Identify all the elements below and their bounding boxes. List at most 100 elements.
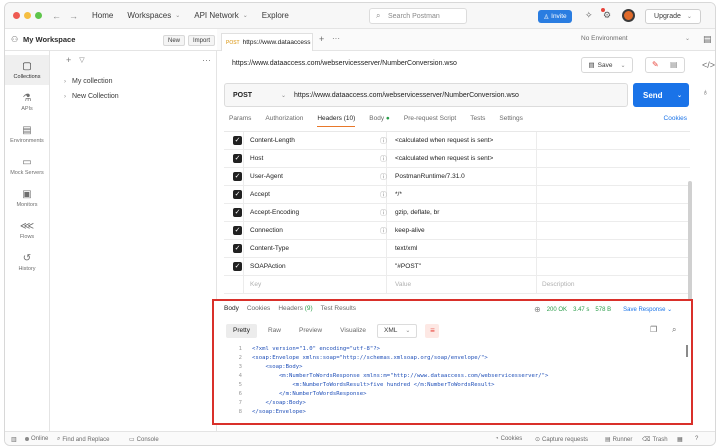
plus-icon[interactable]: +: [66, 55, 71, 65]
send-button[interactable]: Send ⌄: [633, 83, 689, 107]
import-button[interactable]: Import: [188, 35, 216, 46]
tab-response-body[interactable]: Body: [224, 305, 239, 312]
lightbulb-icon[interactable]: ♁: [702, 87, 709, 97]
header-key[interactable]: User-Agent: [250, 173, 283, 180]
tab-test-results[interactable]: Test Results: [321, 305, 356, 312]
edit-button-group[interactable]: ✎ ▤: [645, 57, 685, 73]
layout-icon[interactable]: ▦: [677, 436, 683, 443]
header-value[interactable]: PostmanRuntime/7.31.0: [395, 173, 465, 180]
copy-icon[interactable]: ❐: [650, 325, 657, 334]
nav-api-network[interactable]: API Network ⌄: [194, 11, 248, 20]
cookies-button[interactable]: ◔ Cookies: [495, 436, 522, 442]
sidebar-item-history[interactable]: ↺ History: [5, 247, 49, 277]
plus-icon[interactable]: +: [319, 34, 324, 44]
view-preview-button[interactable]: Preview: [292, 324, 329, 338]
code-icon[interactable]: </>: [702, 60, 715, 70]
response-size[interactable]: 578 B: [595, 307, 611, 313]
header-checkbox[interactable]: ✓: [233, 136, 242, 145]
header-value[interactable]: "#POST": [395, 263, 421, 270]
environment-quick-look-icon[interactable]: ▤: [703, 34, 712, 45]
list-item[interactable]: › My collection: [64, 78, 112, 85]
tab-request[interactable]: POST https://www.dataaccess: [221, 33, 313, 51]
search-icon[interactable]: ⌕: [672, 325, 676, 335]
info-icon[interactable]: ⓘ: [380, 172, 387, 182]
new-header-description-input[interactable]: Description: [542, 281, 575, 288]
sidebar-item-environments[interactable]: ▤ Environments: [5, 119, 49, 149]
nav-explore[interactable]: Explore: [262, 11, 289, 20]
arrow-left-icon[interactable]: ←: [52, 11, 61, 21]
console-button[interactable]: ▭ Console: [129, 436, 159, 444]
status-badge[interactable]: 200 OK: [547, 307, 567, 313]
header-key[interactable]: Accept-Encoding: [250, 209, 299, 216]
header-value[interactable]: */*: [395, 191, 402, 198]
wrap-lines-icon[interactable]: ≡: [425, 323, 440, 338]
tab-authorization[interactable]: Authorization: [265, 115, 303, 127]
tab-response-cookies[interactable]: Cookies: [247, 305, 270, 312]
save-button[interactable]: ▤ Save ⌄: [581, 57, 633, 73]
header-value[interactable]: keep-alive: [395, 227, 425, 234]
tab-headers[interactable]: Headers (10): [317, 115, 356, 127]
search-input[interactable]: ⌕ Search Postman: [369, 8, 467, 24]
header-value[interactable]: gzip, deflate, br: [395, 209, 439, 216]
tab-params[interactable]: Params: [229, 115, 251, 127]
invite-button[interactable]: ♙ Invite: [538, 10, 572, 23]
new-button[interactable]: New: [163, 35, 186, 46]
arrow-right-icon[interactable]: →: [69, 11, 78, 21]
list-item[interactable]: › New Collection: [64, 93, 119, 100]
sidebar-item-mock-servers[interactable]: ▭ Mock Servers: [5, 151, 49, 181]
environment-select[interactable]: No Environment: [581, 35, 628, 42]
view-raw-button[interactable]: Raw: [261, 324, 288, 338]
nav-workspaces[interactable]: Workspaces ⌄: [127, 11, 180, 20]
info-icon[interactable]: ⓘ: [380, 226, 387, 236]
header-value[interactable]: <calculated when request is sent>: [395, 155, 493, 162]
format-select[interactable]: XML ⌄: [377, 323, 418, 338]
sidebar-item-monitors[interactable]: ▣ Monitors: [5, 183, 49, 213]
new-header-value-input[interactable]: Value: [395, 281, 411, 288]
header-checkbox[interactable]: ✓: [233, 226, 242, 235]
tab-body[interactable]: Body ●: [369, 115, 390, 127]
help-icon[interactable]: ?: [695, 436, 698, 442]
header-checkbox[interactable]: ✓: [233, 244, 242, 253]
comment-icon[interactable]: ▤: [670, 60, 678, 69]
sidebar-item-flows[interactable]: ⋘ Flows: [5, 215, 49, 245]
request-name[interactable]: https://www.dataaccess.com/webservicesse…: [232, 60, 457, 67]
upgrade-button[interactable]: Upgrade ⌄: [645, 9, 701, 24]
tab-response-headers[interactable]: Headers (9): [278, 305, 312, 312]
new-header-key-input[interactable]: Key: [250, 281, 261, 288]
view-pretty-button[interactable]: Pretty: [226, 323, 257, 338]
workspace-title[interactable]: My Workspace: [23, 35, 75, 44]
header-key[interactable]: Content-Type: [250, 245, 289, 252]
tab-settings[interactable]: Settings: [499, 115, 523, 127]
sidebar-item-apis[interactable]: ⚗ APIs: [5, 87, 49, 117]
header-checkbox[interactable]: ✓: [233, 262, 242, 271]
save-response-button[interactable]: Save Response ⌄: [623, 306, 672, 313]
toggle-sidebar-icon[interactable]: ▥: [11, 436, 17, 443]
filter-icon[interactable]: ▽: [79, 56, 84, 64]
url-input[interactable]: https://www.dataaccess.com/webservicesse…: [294, 92, 519, 99]
maximize-window-button[interactable]: [35, 12, 42, 19]
headers-scrollbar[interactable]: [688, 181, 692, 301]
info-icon[interactable]: ⓘ: [380, 190, 387, 200]
response-time[interactable]: 3.47 s: [573, 307, 589, 313]
header-checkbox[interactable]: ✓: [233, 208, 242, 217]
header-key[interactable]: Accept: [250, 191, 270, 198]
info-icon[interactable]: ⓘ: [380, 136, 387, 146]
header-checkbox[interactable]: ✓: [233, 190, 242, 199]
header-value[interactable]: <calculated when request is sent>: [395, 137, 493, 144]
header-key[interactable]: SOAPAction: [250, 263, 286, 270]
tab-tests[interactable]: Tests: [470, 115, 485, 127]
header-key[interactable]: Host: [250, 155, 263, 162]
info-icon[interactable]: ⓘ: [380, 154, 387, 164]
gear-icon[interactable]: ⚙: [603, 10, 611, 21]
more-options-icon[interactable]: ···: [332, 34, 340, 43]
nav-home[interactable]: Home: [92, 11, 113, 20]
view-visualize-button[interactable]: Visualize: [333, 324, 373, 338]
satellite-icon[interactable]: ✧: [585, 10, 593, 21]
runner-button[interactable]: ▤ Runner: [605, 436, 632, 444]
sidebar-item-collections[interactable]: ▢ Collections: [5, 55, 49, 85]
info-icon[interactable]: ⓘ: [380, 208, 387, 218]
header-key[interactable]: Connection: [250, 227, 283, 234]
more-options-icon[interactable]: ···: [202, 55, 211, 65]
code-scrollbar[interactable]: [686, 345, 688, 357]
avatar[interactable]: [622, 9, 635, 22]
